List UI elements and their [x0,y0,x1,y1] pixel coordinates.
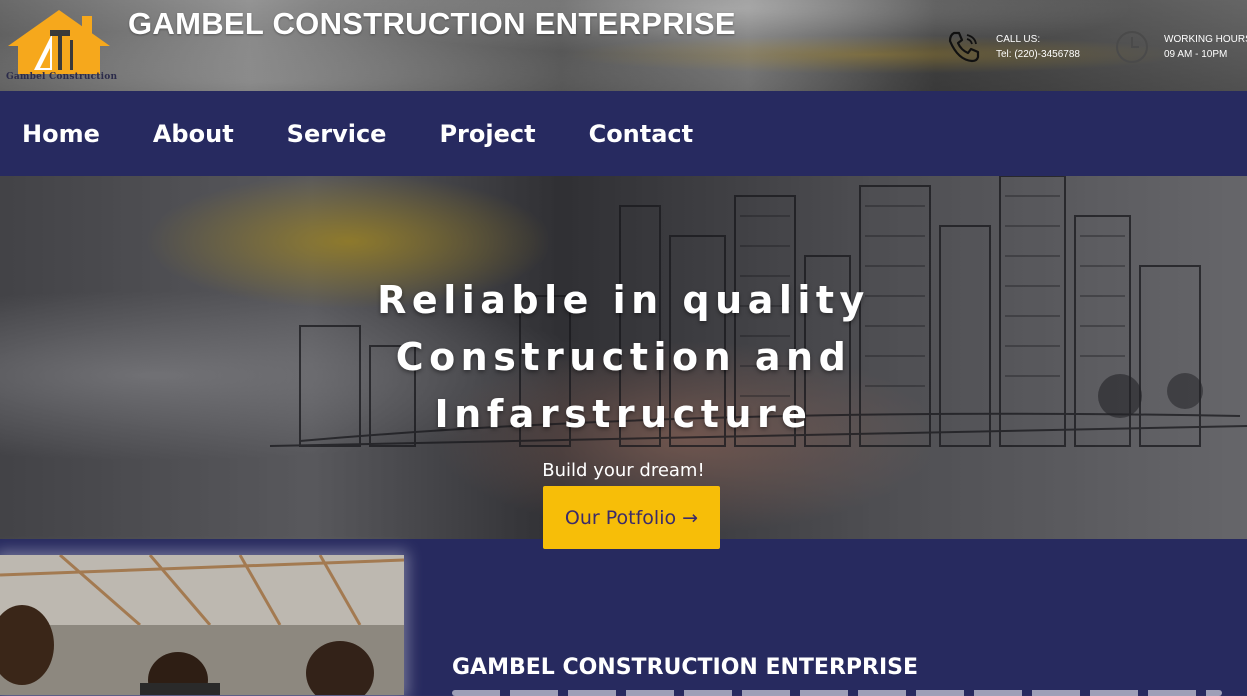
team-photo-image [0,555,404,695]
team-photo [0,555,404,695]
headline-line-3: Infarstructure [434,392,813,436]
nav-item-about[interactable]: About [153,120,234,148]
logo-caption: Gambel Construction [6,72,118,82]
phone-icon [948,31,980,63]
call-us-block: CALL US: Tel: (220)-3456788 [946,28,1080,65]
company-logo[interactable]: Gambel Construction [4,8,124,84]
headline-line-1: Reliable in quality [377,278,870,322]
nav-item-service[interactable]: Service [287,120,387,148]
nav-item-contact[interactable]: Contact [589,120,694,148]
about-title: GAMBEL CONSTRUCTION ENTERPRISE [452,655,919,680]
main-nav: Home About Service Project Contact [0,91,1247,176]
call-us-label: CALL US: [996,34,1041,45]
headline-line-2: Construction and [395,335,852,379]
hero-headline: Reliable in quality Construction and Inf… [0,272,1247,443]
about-text-partial [452,690,1222,696]
working-hours-block: WORKING HOURS 09 AM - 10PM [1114,28,1247,65]
nav-item-home[interactable]: Home [22,120,100,148]
house-logo-icon [8,10,110,74]
brand-title: GAMBEL CONSTRUCTION ENTERPRISE [128,6,736,41]
hero-banner: Reliable in quality Construction and Inf… [0,176,1247,539]
about-section: GAMBEL CONSTRUCTION ENTERPRISE [0,539,1247,696]
hero-subtitle: Build your dream! [542,460,705,481]
working-hours-value: 09 AM - 10PM [1164,49,1228,60]
top-header: Gambel Construction GAMBEL CONSTRUCTION … [0,0,1247,91]
portfolio-button[interactable]: Our Potfolio → [543,486,720,549]
phone-number[interactable]: Tel: (220)-3456788 [996,47,1080,62]
nav-item-project[interactable]: Project [439,120,535,148]
clock-icon [1116,31,1148,63]
working-hours-label: WORKING HOURS [1164,34,1247,45]
